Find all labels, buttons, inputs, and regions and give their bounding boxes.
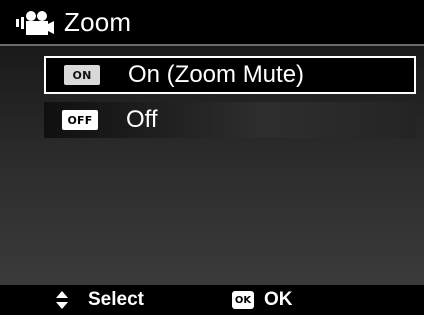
menu-item-off[interactable]: OFF Off xyxy=(44,102,416,138)
page-title: Zoom xyxy=(64,7,132,37)
title-bar: Zoom xyxy=(0,0,424,44)
on-badge-icon: ON xyxy=(64,65,100,85)
menu-item-label: Off xyxy=(126,106,158,133)
select-hint-label: Select xyxy=(88,289,144,310)
camera-menu-screen: Zoom ON On (Zoom Mute) OFF Off Select OK… xyxy=(0,0,424,315)
ok-hint-label: OK xyxy=(264,289,293,310)
footer-hint-bar: Select OK OK xyxy=(0,285,424,315)
menu-item-label: On (Zoom Mute) xyxy=(128,61,305,88)
title-divider xyxy=(0,44,424,46)
up-down-arrows-icon xyxy=(56,291,68,309)
off-badge-icon: OFF xyxy=(62,110,98,130)
menu-item-on-zoom-mute[interactable]: ON On (Zoom Mute) xyxy=(44,56,416,94)
ok-button-icon: OK xyxy=(232,291,254,309)
video-camera-icon xyxy=(16,11,54,35)
